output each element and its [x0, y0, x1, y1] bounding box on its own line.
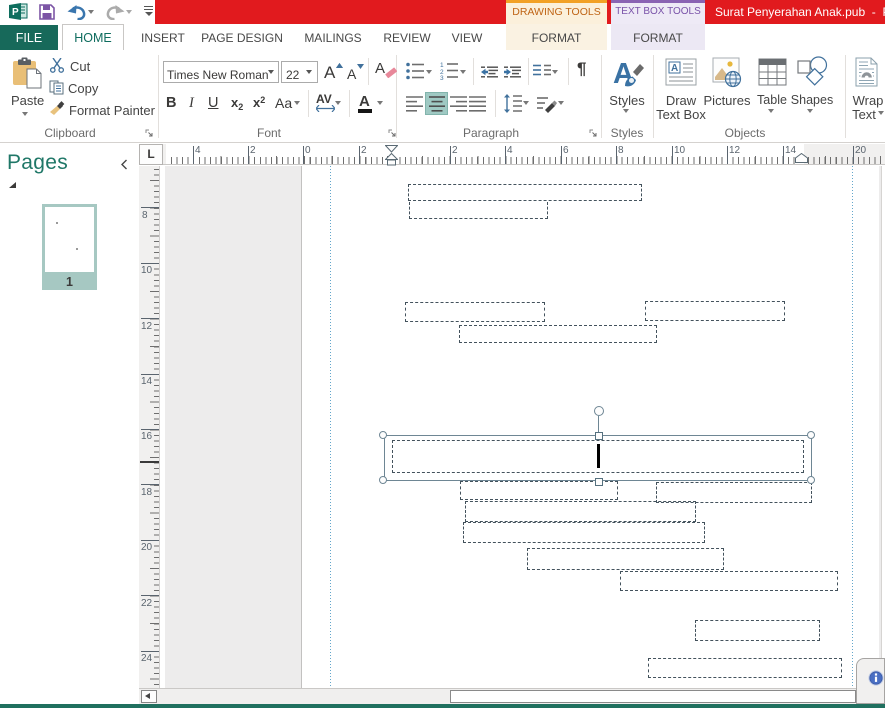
svg-text:3: 3: [440, 75, 444, 80]
svg-text:A: A: [671, 63, 678, 74]
svg-text:P: P: [12, 7, 19, 18]
svg-text:1: 1: [440, 62, 444, 69]
